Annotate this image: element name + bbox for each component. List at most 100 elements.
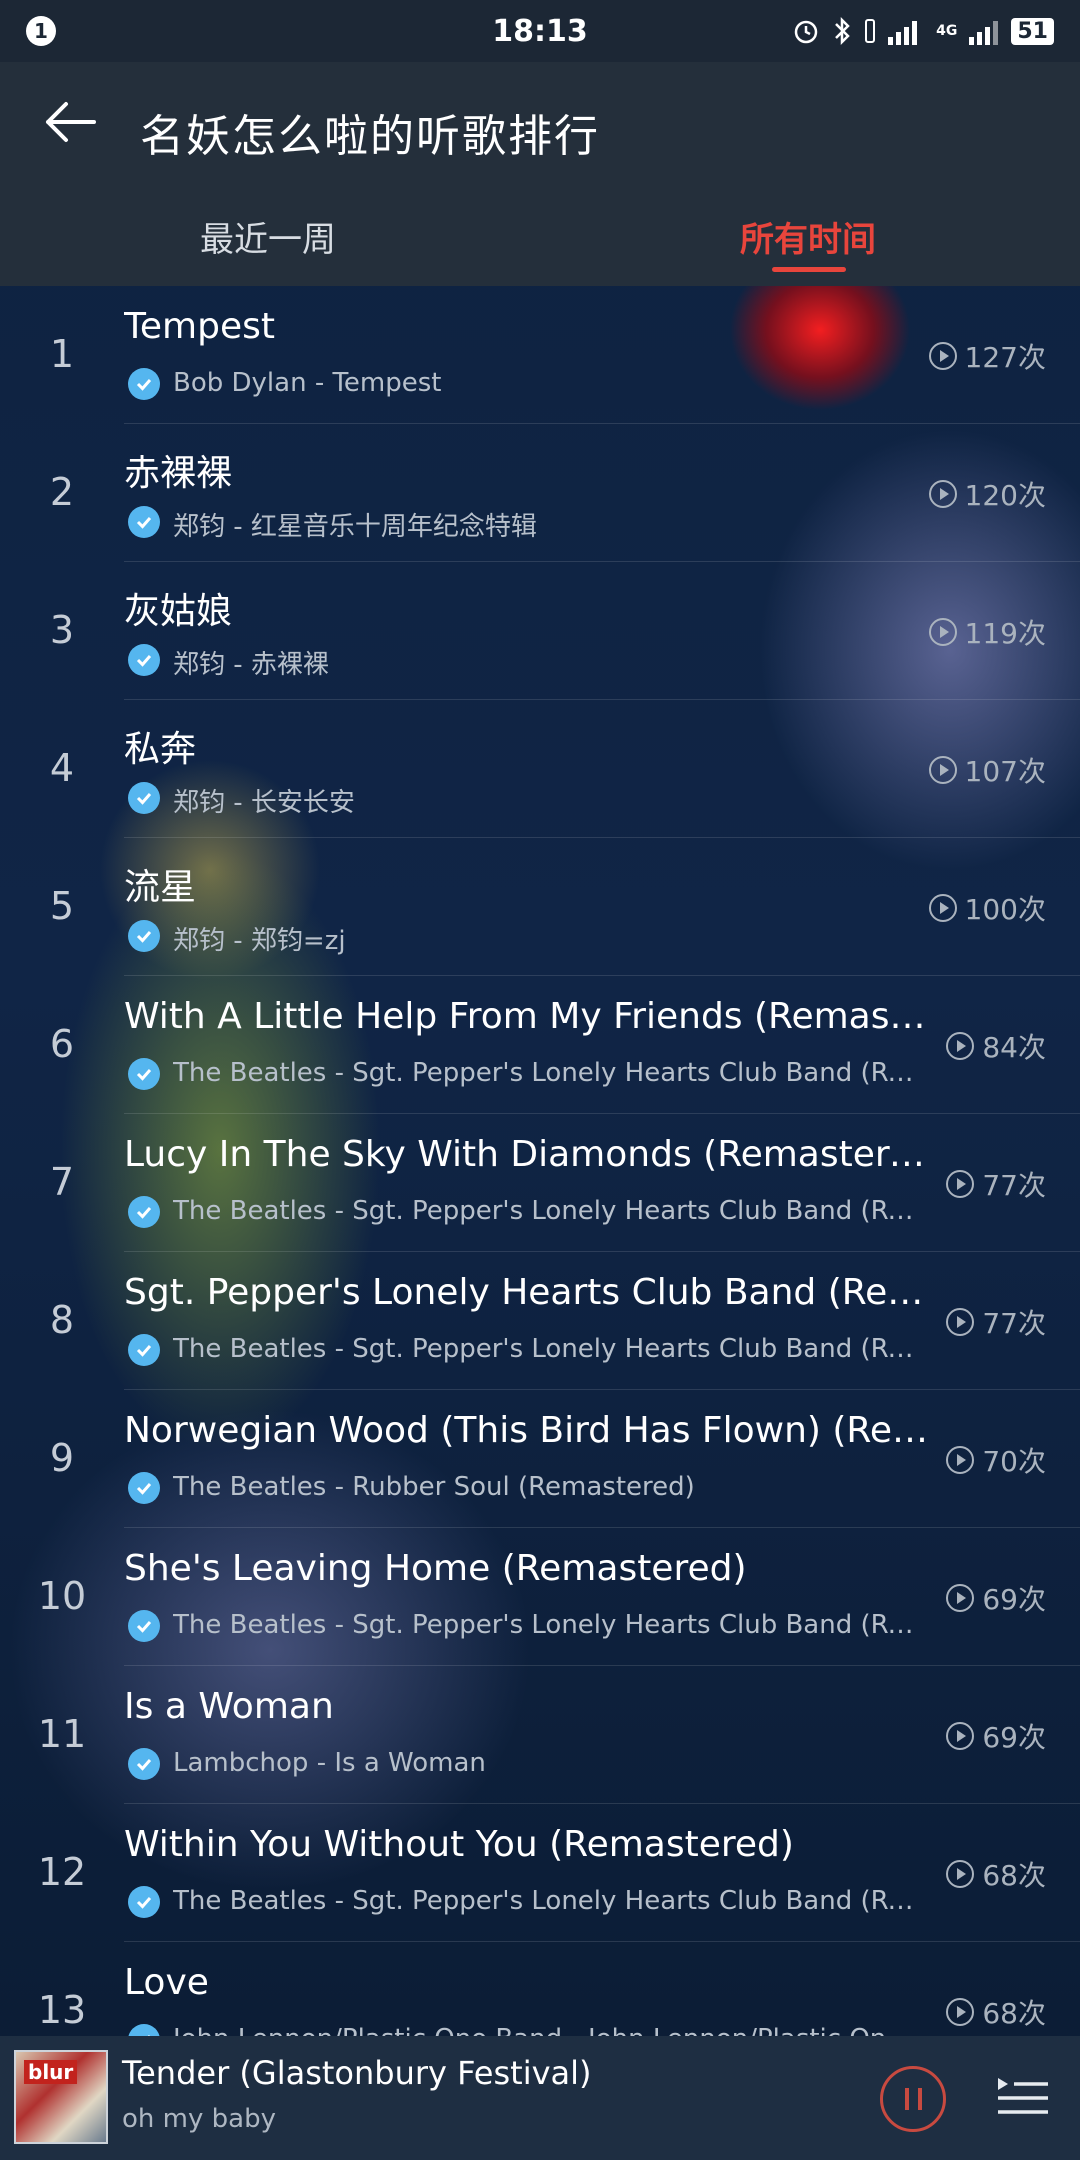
song-title: Sgt. Pepper's Lonely Hearts Club Band (R…	[124, 1272, 929, 1313]
alarm-icon	[794, 20, 818, 44]
song-row[interactable]: 1 Tempest Bob Dylan - Tempest 127次	[0, 286, 1080, 424]
song-ranking-list[interactable]: 1 Tempest Bob Dylan - Tempest 127次 2 赤裸裸…	[0, 286, 1080, 2036]
song-artist-album: The Beatles - Sgt. Pepper's Lonely Heart…	[173, 1196, 923, 1226]
album-logo: blur	[24, 2060, 78, 2084]
check-circle-icon	[128, 1058, 160, 1090]
song-row[interactable]: 12 Within You Without You (Remastered) T…	[0, 1804, 1080, 1942]
battery-indicator: 51	[1011, 17, 1054, 45]
pause-button[interactable]	[880, 2066, 946, 2132]
play-count-value: 107次	[964, 755, 1046, 788]
vibrate-icon	[865, 19, 876, 43]
play-count: 84次	[946, 1026, 1046, 1066]
play-count-value: 100次	[964, 893, 1046, 926]
play-count: 68次	[946, 1992, 1046, 2032]
song-artist-album: The Beatles - Sgt. Pepper's Lonely Heart…	[173, 1610, 923, 1640]
check-circle-icon	[128, 368, 160, 400]
song-rank: 1	[49, 332, 75, 376]
song-artist-album: The Beatles - Sgt. Pepper's Lonely Heart…	[173, 1334, 923, 1364]
signal-icon-2	[969, 21, 999, 45]
play-count: 70次	[946, 1440, 1046, 1480]
play-count-value: 68次	[982, 1859, 1046, 1892]
play-count-value: 77次	[982, 1169, 1046, 1202]
song-rank: 3	[49, 608, 75, 652]
song-rank: 7	[49, 1160, 75, 1204]
play-circle-icon	[946, 1584, 975, 1612]
song-row[interactable]: 2 赤裸裸 郑钧 - 红星音乐十周年纪念特辑 120次	[0, 424, 1080, 562]
check-circle-icon	[128, 644, 160, 676]
play-circle-icon	[928, 756, 957, 784]
check-circle-icon	[128, 920, 160, 952]
song-row[interactable]: 10 She's Leaving Home (Remastered) The B…	[0, 1528, 1080, 1666]
status-icons: 4G 51	[792, 16, 1054, 46]
song-title: Is a Woman	[124, 1686, 334, 1727]
play-count-value: 69次	[982, 1583, 1046, 1616]
song-title: 流星	[124, 867, 197, 908]
song-artist-album: 郑钧 - 郑钧=zj	[173, 926, 346, 956]
play-circle-icon	[946, 1998, 975, 2026]
playlist-icon	[998, 2078, 1048, 2114]
play-count-value: 127次	[964, 341, 1046, 374]
signal-icon	[888, 21, 918, 45]
song-rank: 5	[49, 884, 75, 928]
song-row[interactable]: 8 Sgt. Pepper's Lonely Hearts Club Band …	[0, 1252, 1080, 1390]
tab-recent-week[interactable]: 最近一周	[200, 212, 336, 261]
song-rank: 9	[49, 1436, 75, 1480]
play-circle-icon	[928, 342, 957, 370]
arrow-left-icon	[46, 102, 96, 142]
play-circle-icon	[946, 1722, 975, 1750]
play-count: 119次	[928, 612, 1046, 652]
play-count-value: 84次	[982, 1031, 1046, 1064]
play-count: 77次	[946, 1164, 1046, 1204]
play-count: 120次	[928, 474, 1046, 514]
now-playing-title: Tender (Glastonbury Festival)	[122, 2054, 592, 2092]
play-count-value: 70次	[982, 1445, 1046, 1478]
song-rank: 13	[37, 1988, 87, 2032]
check-circle-icon	[128, 782, 160, 814]
song-row[interactable]: 4 私奔 郑钧 - 长安长安 107次	[0, 700, 1080, 838]
play-count: 77次	[946, 1302, 1046, 1342]
song-artist-album: 郑钧 - 红星音乐十周年纪念特辑	[173, 512, 537, 542]
check-circle-icon	[128, 1610, 160, 1642]
playlist-queue-button[interactable]	[994, 2072, 1050, 2122]
song-rank: 11	[37, 1712, 87, 1756]
check-circle-icon	[128, 1196, 160, 1228]
pause-icon	[904, 2088, 909, 2110]
song-title: 灰姑娘	[124, 591, 233, 632]
play-count: 69次	[946, 1716, 1046, 1756]
play-circle-icon	[928, 894, 957, 922]
play-count-value: 120次	[964, 479, 1046, 512]
song-rank: 2	[49, 470, 75, 514]
album-art[interactable]: blur	[14, 2050, 108, 2144]
song-rank: 4	[49, 746, 75, 790]
song-row[interactable]: 6 With A Little Help From My Friends (Re…	[0, 976, 1080, 1114]
page-title: 名妖怎么啦的听歌排行	[140, 111, 600, 162]
check-circle-icon	[128, 1748, 160, 1780]
song-artist-album: The Beatles - Rubber Soul (Remastered)	[173, 1472, 695, 1502]
play-count: 107次	[928, 750, 1046, 790]
song-row[interactable]: 7 Lucy In The Sky With Diamonds (Remaste…	[0, 1114, 1080, 1252]
tab-all-time[interactable]: 所有时间	[740, 212, 876, 261]
song-row[interactable]: 3 灰姑娘 郑钧 - 赤裸裸 119次	[0, 562, 1080, 700]
song-artist-album: 郑钧 - 长安长安	[173, 788, 355, 818]
play-circle-icon	[928, 480, 957, 508]
play-circle-icon	[946, 1446, 975, 1474]
play-count: 100次	[928, 888, 1046, 928]
song-row[interactable]: 9 Norwegian Wood (This Bird Has Flown) (…	[0, 1390, 1080, 1528]
now-playing-subtitle: oh my baby	[122, 2104, 276, 2134]
song-row[interactable]: 11 Is a Woman Lambchop - Is a Woman 69次	[0, 1666, 1080, 1804]
play-circle-icon	[946, 1032, 975, 1060]
play-circle-icon	[946, 1308, 975, 1336]
pause-icon-bar	[917, 2088, 922, 2110]
now-playing-bar[interactable]: blur Tender (Glastonbury Festival) oh my…	[0, 2036, 1080, 2160]
tab-active-indicator	[772, 267, 846, 272]
play-count: 69次	[946, 1578, 1046, 1618]
song-row[interactable]: 13 Love John Lennon/Plastic Ono Band - J…	[0, 1942, 1080, 2036]
song-row[interactable]: 5 流星 郑钧 - 郑钧=zj 100次	[0, 838, 1080, 976]
check-circle-icon	[128, 1334, 160, 1366]
check-circle-icon	[128, 506, 160, 538]
play-count-value: 69次	[982, 1721, 1046, 1754]
song-title: Norwegian Wood (This Bird Has Flown) (Re…	[124, 1410, 929, 1451]
song-title: With A Little Help From My Friends (Rema…	[124, 996, 929, 1037]
song-artist-album: The Beatles - Sgt. Pepper's Lonely Heart…	[173, 1886, 923, 1916]
back-button[interactable]	[40, 92, 100, 152]
